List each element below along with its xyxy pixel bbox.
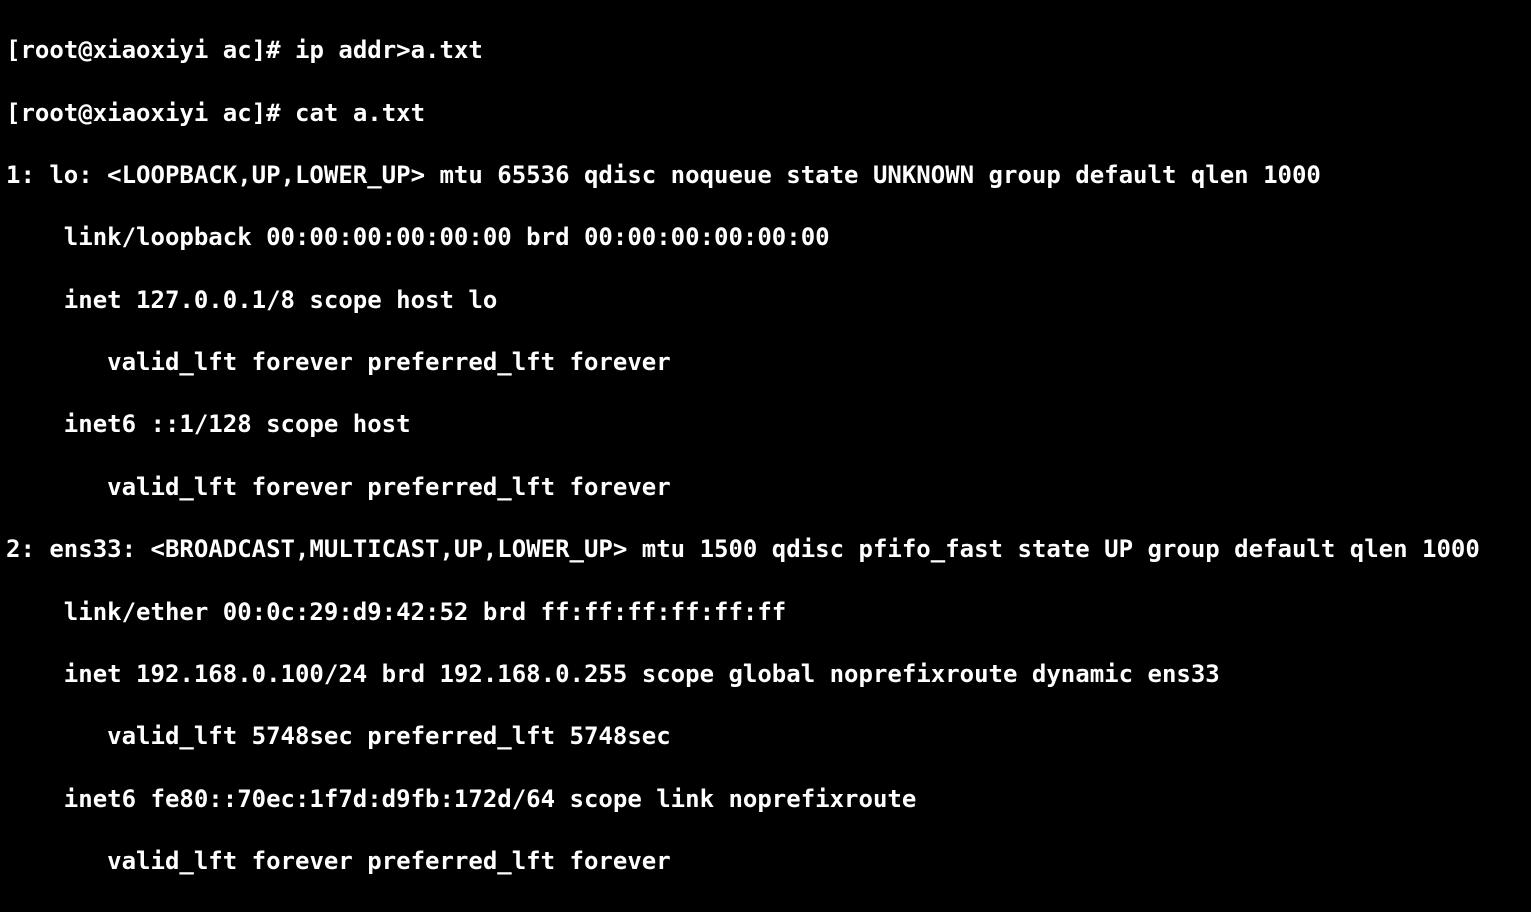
output-line: inet 127.0.0.1/8 scope host lo [6,285,1525,316]
prompt-suffix: # [266,99,280,127]
command-input-2: cat a.txt [295,99,425,127]
output-line: valid_lft forever preferred_lft forever [6,472,1525,503]
prompt-line-1: [root@xiaoxiyi ac]# ip addr>a.txt [6,35,1525,66]
prompt-line-2: [root@xiaoxiyi ac]# cat a.txt [6,98,1525,129]
prompt-host: xiaoxiyi [93,99,209,127]
output-line: link/ether 00:0c:29:d9:42:52 brd ff:ff:f… [6,597,1525,628]
prompt-dir: ac [223,36,252,64]
prompt-user: root [20,99,78,127]
output-line: valid_lft 5748sec preferred_lft 5748sec [6,721,1525,752]
prompt-user: root [20,36,78,64]
command-input-1: ip addr>a.txt [295,36,483,64]
output-line: link/loopback 00:00:00:00:00:00 brd 00:0… [6,222,1525,253]
output-line: valid_lft forever preferred_lft forever [6,347,1525,378]
output-line: inet 192.168.0.100/24 brd 192.168.0.255 … [6,659,1525,690]
output-line: valid_lft forever preferred_lft forever [6,846,1525,877]
prompt-suffix: # [266,36,280,64]
output-line: 1: lo: <LOOPBACK,UP,LOWER_UP> mtu 65536 … [6,160,1525,191]
output-line: inet6 ::1/128 scope host [6,409,1525,440]
output-line: inet6 fe80::70ec:1f7d:d9fb:172d/64 scope… [6,784,1525,815]
prompt-dir: ac [223,99,252,127]
terminal-window[interactable]: [root@xiaoxiyi ac]# ip addr>a.txt [root@… [0,0,1531,912]
prompt-host: xiaoxiyi [93,36,209,64]
